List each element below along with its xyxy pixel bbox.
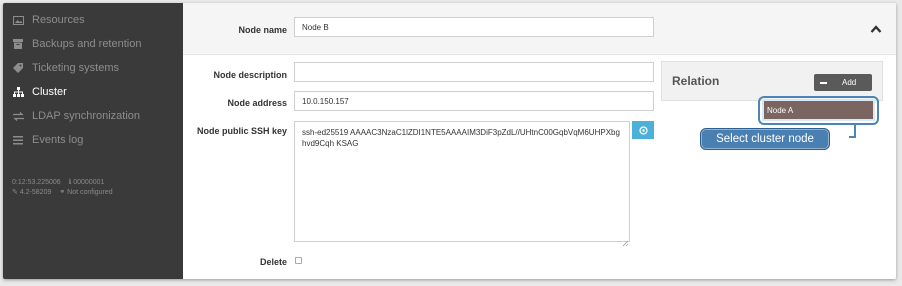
node-address-field[interactable]: 10.0.150.157 [294, 91, 654, 111]
delete-label: Delete [259, 257, 287, 267]
main-content: Node name Node B Node description Node a… [183, 3, 896, 279]
sidebar-item-ticketing[interactable]: Ticketing systems [3, 57, 183, 79]
callout-tooltip: Select cluster node [700, 128, 830, 150]
sidebar: Resources Backups and retention Ticketin… [3, 3, 183, 279]
sidebar-item-label: Events log [32, 134, 84, 146]
sidebar-item-label: Cluster [32, 86, 67, 98]
cluster-status: Not configured [67, 189, 113, 196]
sidebar-item-resources[interactable]: Resources [3, 9, 183, 31]
sidebar-item-backups[interactable]: Backups and retention [3, 33, 183, 55]
sidebar-item-label: Backups and retention [32, 38, 142, 50]
sidebar-item-label: Resources [32, 14, 85, 26]
footer-line-1: 0:12:53.225006 ℹ 00000001 [12, 178, 104, 186]
sidebar-item-label: LDAP synchronization [32, 110, 141, 122]
node-option[interactable]: Node A [762, 99, 875, 121]
image-icon [12, 14, 24, 26]
add-relation-button[interactable]: Add [814, 74, 872, 91]
uptime-value: 0:12:53.225006 [12, 179, 61, 186]
version-tag-icon: ✎ [12, 189, 18, 196]
archive-icon [12, 38, 24, 50]
exchange-icon [12, 110, 24, 122]
node-address-label: Node address [227, 98, 287, 108]
relation-panel: Relation Add [661, 61, 883, 101]
relation-title: Relation [672, 74, 720, 88]
list-icon [12, 134, 24, 146]
upload-circle-icon [638, 125, 648, 135]
callout-connector [849, 124, 856, 138]
instance-id: 00000001 [73, 179, 105, 186]
collapse-chevron-icon[interactable] [870, 21, 882, 33]
sidebar-item-events-log[interactable]: Events log [3, 129, 183, 151]
cluster-status-icon: ⚭ [59, 189, 66, 196]
minus-icon [820, 81, 827, 84]
ssh-key-textarea[interactable]: ssh-ed25519 AAAAC3NzaC1lZDI1NTE5AAAAIM3D… [294, 121, 630, 242]
info-icon: ℹ [68, 179, 72, 186]
node-name-label: Node name [238, 25, 287, 35]
tag-icon [12, 62, 24, 74]
node-description-field[interactable] [294, 62, 654, 82]
node-description-label: Node description [213, 70, 287, 80]
ssh-key-value: ssh-ed25519 AAAAC3NzaC1lZDI1NTE5AAAAIM3D… [302, 128, 620, 148]
version-value: 4.2-58209 [19, 189, 52, 196]
app-window: Resources Backups and retention Ticketin… [3, 3, 896, 279]
sidebar-item-label: Ticketing systems [32, 62, 120, 74]
sitemap-icon [12, 86, 24, 98]
ssh-key-upload-button[interactable] [632, 121, 654, 139]
resize-handle-icon[interactable] [622, 234, 629, 247]
ssh-key-label: Node public SSH key [196, 126, 287, 136]
footer-line-2: ✎ 4.2-58209 ⚭ Not configured [12, 188, 113, 196]
node-name-field[interactable]: Node B [294, 17, 654, 37]
add-label: Add [842, 78, 857, 87]
delete-checkbox[interactable] [295, 257, 302, 264]
sidebar-item-cluster[interactable]: Cluster [3, 81, 183, 103]
sidebar-item-ldap[interactable]: LDAP synchronization [3, 105, 183, 127]
